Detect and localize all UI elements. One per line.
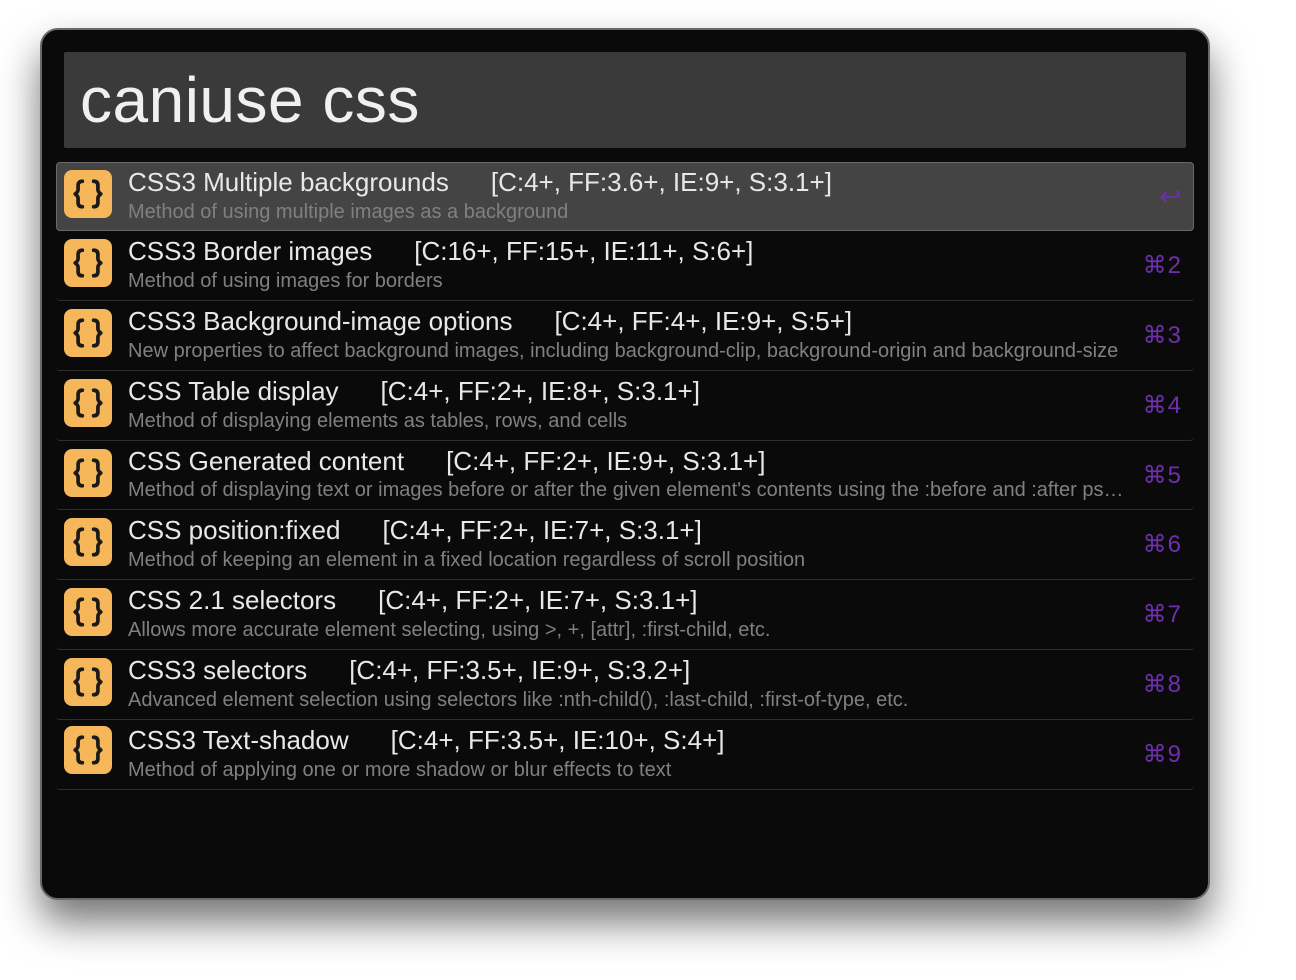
- result-compat: [C:4+, FF:2+, IE:8+, S:3.1+]: [381, 377, 700, 407]
- result-shortcut: ⌘7: [1133, 600, 1182, 629]
- result-title: CSS Table display: [128, 377, 339, 407]
- result-text: CSS3 Background-image options [C:4+, FF:…: [128, 307, 1133, 364]
- result-compat: [C:4+, FF:2+, IE:7+, S:3.1+]: [382, 516, 701, 546]
- result-description: Method of applying one or more shadow or…: [128, 758, 1133, 783]
- braces-icon: [64, 309, 112, 357]
- result-compat: [C:4+, FF:2+, IE:7+, S:3.1+]: [378, 586, 697, 616]
- result-row[interactable]: CSS3 Multiple backgrounds [C:4+, FF:3.6+…: [56, 162, 1194, 231]
- result-compat: [C:4+, FF:4+, IE:9+, S:5+]: [554, 307, 852, 337]
- result-description: Allows more accurate element selecting, …: [128, 618, 1133, 643]
- result-description: New properties to affect background imag…: [128, 339, 1133, 364]
- braces-icon: [64, 379, 112, 427]
- result-title: CSS3 Background-image options: [128, 307, 512, 337]
- result-description: Advanced element selection using selecto…: [128, 688, 1133, 713]
- result-text: CSS Table display [C:4+, FF:2+, IE:8+, S…: [128, 377, 1133, 434]
- result-text: CSS3 Text-shadow [C:4+, FF:3.5+, IE:10+,…: [128, 726, 1133, 783]
- result-compat: [C:4+, FF:3.6+, IE:9+, S:3.1+]: [491, 168, 832, 198]
- launcher-window: CSS3 Multiple backgrounds [C:4+, FF:3.6+…: [40, 28, 1210, 900]
- result-description: Method of displaying text or images befo…: [128, 478, 1133, 503]
- result-row[interactable]: CSS Generated content [C:4+, FF:2+, IE:9…: [56, 441, 1194, 511]
- result-title: CSS position:fixed: [128, 516, 340, 546]
- result-shortcut: ⌘8: [1133, 670, 1182, 699]
- result-title: CSS 2.1 selectors: [128, 586, 336, 616]
- search-bar: [64, 52, 1186, 148]
- braces-icon: [64, 239, 112, 287]
- result-row[interactable]: CSS 2.1 selectors [C:4+, FF:2+, IE:7+, S…: [56, 580, 1194, 650]
- search-input[interactable]: [78, 62, 1172, 138]
- result-row[interactable]: CSS3 Text-shadow [C:4+, FF:3.5+, IE:10+,…: [56, 720, 1194, 790]
- braces-icon: [64, 170, 112, 218]
- result-shortcut: ↩: [1149, 181, 1182, 212]
- braces-icon: [64, 449, 112, 497]
- result-compat: [C:4+, FF:3.5+, IE:10+, S:4+]: [391, 726, 725, 756]
- result-row[interactable]: CSS3 Border images [C:16+, FF:15+, IE:11…: [56, 231, 1194, 301]
- result-row[interactable]: CSS3 Background-image options [C:4+, FF:…: [56, 301, 1194, 371]
- result-text: CSS3 Border images [C:16+, FF:15+, IE:11…: [128, 237, 1133, 294]
- result-shortcut: ⌘2: [1133, 251, 1182, 280]
- result-compat: [C:4+, FF:2+, IE:9+, S:3.1+]: [446, 447, 765, 477]
- result-shortcut: ⌘4: [1133, 391, 1182, 420]
- result-description: Method of keeping an element in a fixed …: [128, 548, 1133, 573]
- result-text: CSS3 Multiple backgrounds [C:4+, FF:3.6+…: [128, 168, 1149, 225]
- braces-icon: [64, 726, 112, 774]
- result-text: CSS position:fixed [C:4+, FF:2+, IE:7+, …: [128, 516, 1133, 573]
- result-shortcut: ⌘9: [1133, 740, 1182, 769]
- result-title: CSS3 Text-shadow: [128, 726, 349, 756]
- result-shortcut: ⌘3: [1133, 321, 1182, 350]
- result-row[interactable]: CSS Table display [C:4+, FF:2+, IE:8+, S…: [56, 371, 1194, 441]
- braces-icon: [64, 518, 112, 566]
- result-title: CSS Generated content: [128, 447, 404, 477]
- result-compat: [C:4+, FF:3.5+, IE:9+, S:3.2+]: [349, 656, 690, 686]
- result-description: Method of displaying elements as tables,…: [128, 409, 1133, 434]
- results-list: CSS3 Multiple backgrounds [C:4+, FF:3.6+…: [56, 162, 1194, 790]
- result-text: CSS3 selectors [C:4+, FF:3.5+, IE:9+, S:…: [128, 656, 1133, 713]
- braces-icon: [64, 588, 112, 636]
- result-shortcut: ⌘6: [1133, 530, 1182, 559]
- braces-icon: [64, 658, 112, 706]
- result-text: CSS 2.1 selectors [C:4+, FF:2+, IE:7+, S…: [128, 586, 1133, 643]
- result-description: Method of using images for borders: [128, 269, 1133, 294]
- result-compat: [C:16+, FF:15+, IE:11+, S:6+]: [414, 237, 753, 267]
- result-text: CSS Generated content [C:4+, FF:2+, IE:9…: [128, 447, 1133, 504]
- result-shortcut: ⌘5: [1133, 461, 1182, 490]
- result-row[interactable]: CSS3 selectors [C:4+, FF:3.5+, IE:9+, S:…: [56, 650, 1194, 720]
- result-row[interactable]: CSS position:fixed [C:4+, FF:2+, IE:7+, …: [56, 510, 1194, 580]
- result-title: CSS3 Border images: [128, 237, 372, 267]
- result-description: Method of using multiple images as a bac…: [128, 200, 1149, 225]
- result-title: CSS3 selectors: [128, 656, 307, 686]
- result-title: CSS3 Multiple backgrounds: [128, 168, 449, 198]
